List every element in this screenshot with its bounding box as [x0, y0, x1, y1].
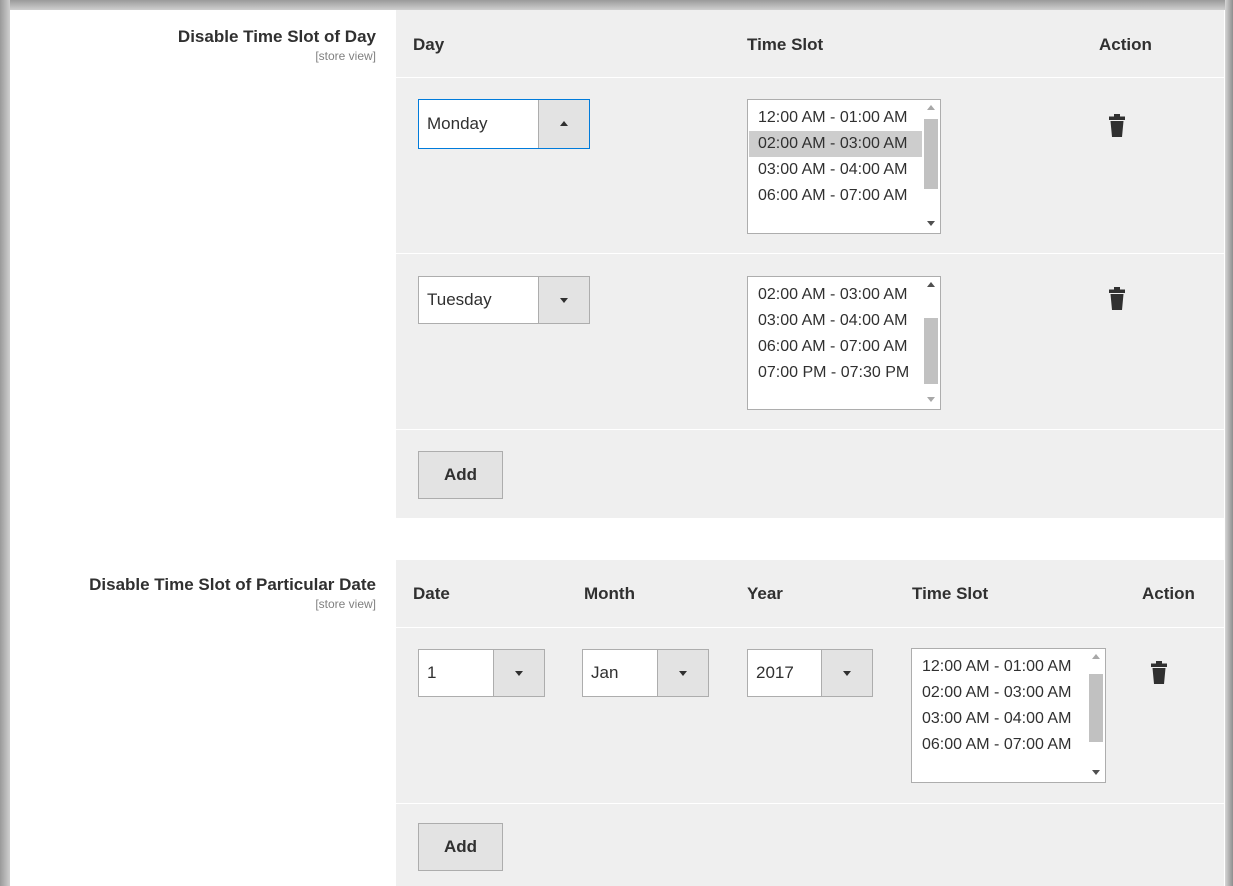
time-slot-option[interactable]: 06:00 AM - 07:00 AM	[913, 732, 1087, 758]
row-divider	[396, 627, 1224, 628]
time-slot-option[interactable]: 02:00 AM - 03:00 AM	[749, 282, 922, 308]
scrollbar-thumb[interactable]	[924, 119, 938, 189]
dropdown-toggle[interactable]	[538, 277, 589, 323]
scroll-down-icon[interactable]	[927, 397, 935, 402]
scroll-up-icon[interactable]	[927, 105, 935, 110]
column-header-date: Date	[413, 584, 450, 603]
scrollbar[interactable]	[923, 278, 939, 408]
trash-icon[interactable]	[1151, 661, 1167, 685]
chevron-down-icon	[843, 671, 851, 676]
field-label-date: Disable Time Slot of Particular Date [st…	[10, 574, 376, 612]
scrollbar-thumb[interactable]	[1089, 674, 1103, 742]
trash-icon[interactable]	[1109, 287, 1125, 311]
scrollbar-thumb[interactable]	[924, 318, 938, 384]
time-slot-option[interactable]: 03:00 AM - 04:00 AM	[749, 157, 922, 183]
scope-label: [store view]	[315, 49, 376, 63]
column-header-action: Action	[1099, 35, 1152, 54]
time-slot-option[interactable]: 12:00 AM - 01:00 AM	[749, 105, 922, 131]
window-frame-top	[0, 0, 1233, 10]
column-header-year: Year	[747, 584, 783, 603]
field-title: Disable Time Slot of Particular Date	[89, 575, 376, 594]
field-title: Disable Time Slot of Day	[177, 27, 376, 46]
chevron-down-icon	[679, 671, 687, 676]
row-divider	[396, 77, 1224, 78]
day-select[interactable]: Tuesday	[418, 276, 590, 324]
day-select-value: Monday	[427, 114, 488, 133]
add-day-slot-button[interactable]: Add	[418, 451, 503, 499]
day-slots-table: Day Time Slot Action Monday 12:00 AM - 0…	[396, 10, 1224, 518]
time-slot-option[interactable]: 06:00 AM - 07:00 AM	[749, 183, 922, 209]
date-slots-table: Date Month Year Time Slot Action 1 Jan 2…	[396, 560, 1224, 886]
column-header-time-slot: Time Slot	[747, 35, 824, 54]
month-select-value: Jan	[591, 663, 619, 682]
row-divider	[396, 253, 1224, 254]
time-slot-option[interactable]: 03:00 AM - 04:00 AM	[749, 308, 922, 334]
time-slot-multiselect[interactable]: 12:00 AM - 01:00 AM 02:00 AM - 03:00 AM …	[911, 648, 1106, 783]
time-slot-option[interactable]: 02:00 AM - 03:00 AM	[913, 680, 1087, 706]
column-header-month: Month	[584, 584, 635, 603]
time-slot-option-selected[interactable]: 02:00 AM - 03:00 AM	[749, 131, 922, 157]
chevron-down-icon	[560, 298, 568, 303]
trash-icon[interactable]	[1109, 114, 1125, 138]
dropdown-toggle[interactable]	[657, 650, 708, 696]
day-select[interactable]: Monday	[418, 99, 590, 149]
year-select-value: 2017	[756, 663, 794, 682]
column-header-day: Day	[413, 35, 445, 54]
field-label-day: Disable Time Slot of Day [store view]	[30, 26, 376, 64]
time-slot-option[interactable]: 06:00 AM - 07:00 AM	[749, 334, 922, 360]
scroll-down-icon[interactable]	[1092, 770, 1100, 775]
window-frame-left	[0, 0, 10, 886]
column-header-time-slot: Time Slot	[912, 584, 989, 603]
time-slot-option[interactable]: 12:00 AM - 01:00 AM	[913, 654, 1087, 680]
time-slot-option[interactable]: 03:00 AM - 04:00 AM	[913, 706, 1087, 732]
scroll-up-icon[interactable]	[927, 282, 935, 287]
row-divider	[396, 803, 1224, 804]
time-slot-multiselect[interactable]: 12:00 AM - 01:00 AM 02:00 AM - 03:00 AM …	[747, 99, 941, 234]
row-divider	[396, 429, 1224, 430]
scroll-down-icon[interactable]	[927, 221, 935, 226]
date-select[interactable]: 1	[418, 649, 545, 697]
scope-label: [store view]	[315, 597, 376, 611]
column-header-action: Action	[1142, 584, 1195, 603]
date-select-value: 1	[427, 663, 437, 682]
year-select[interactable]: 2017	[747, 649, 873, 697]
time-slot-multiselect[interactable]: 02:00 AM - 03:00 AM 03:00 AM - 04:00 AM …	[747, 276, 941, 410]
scroll-up-icon[interactable]	[1092, 654, 1100, 659]
window-frame-right	[1225, 0, 1233, 886]
dropdown-toggle[interactable]	[538, 100, 589, 148]
time-slot-option[interactable]: 07:00 PM - 07:30 PM	[749, 360, 922, 386]
dropdown-toggle[interactable]	[821, 650, 872, 696]
chevron-up-icon	[560, 121, 568, 126]
scrollbar[interactable]	[1088, 650, 1104, 781]
day-select-value: Tuesday	[427, 290, 492, 309]
chevron-down-icon	[515, 671, 523, 676]
dropdown-toggle[interactable]	[493, 650, 544, 696]
scrollbar[interactable]	[923, 101, 939, 232]
month-select[interactable]: Jan	[582, 649, 709, 697]
add-date-slot-button[interactable]: Add	[418, 823, 503, 871]
